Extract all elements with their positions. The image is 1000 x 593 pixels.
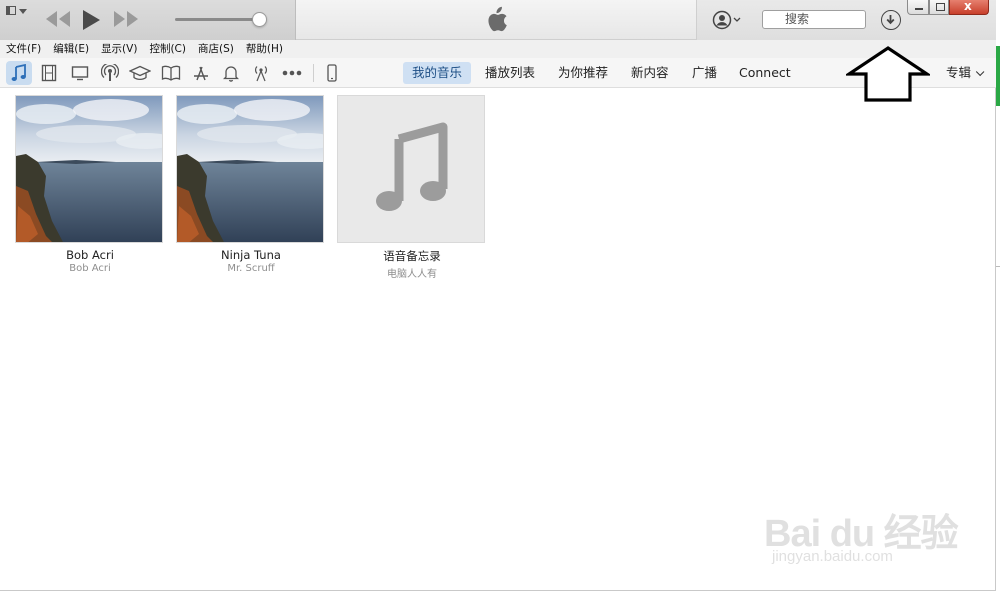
tones-icon[interactable] <box>218 61 244 85</box>
rewind-icon[interactable] <box>45 8 71 30</box>
apps-icon[interactable] <box>188 61 214 85</box>
volume-knob[interactable] <box>252 12 267 27</box>
itunes-u-icon[interactable] <box>127 61 153 85</box>
album-cover[interactable] <box>337 95 485 243</box>
sort-label: 专辑 <box>946 65 972 80</box>
watermark-sub: jingyan.baidu.com <box>772 548 893 565</box>
maximize-button[interactable] <box>929 0 949 15</box>
sidebar-toggle-icon[interactable] <box>6 4 28 18</box>
device-icon[interactable] <box>319 61 345 85</box>
background-window-divider <box>996 266 1000 267</box>
album-title[interactable]: Bob Acri <box>15 248 165 262</box>
tv-icon[interactable] <box>67 61 93 85</box>
album-cover[interactable] <box>15 95 163 243</box>
close-icon: x <box>964 0 972 13</box>
music-note-icon <box>376 122 448 211</box>
album-tile[interactable]: 语音备忘录 电脑人人有 <box>337 95 487 280</box>
music-icon[interactable] <box>6 61 32 85</box>
menu-edit[interactable]: 编辑(E) <box>47 40 95 58</box>
album-artist[interactable]: 电脑人人有 <box>337 265 487 280</box>
close-button[interactable]: x <box>949 0 989 15</box>
annotation-arrow-icon <box>846 46 930 102</box>
menu-view[interactable]: 显示(V) <box>95 40 143 58</box>
books-icon[interactable] <box>158 61 184 85</box>
tab-playlists[interactable]: 播放列表 <box>476 62 544 84</box>
chevron-down-icon <box>975 67 985 77</box>
menu-store[interactable]: 商店(S) <box>192 40 240 58</box>
album-title[interactable]: Ninja Tuna <box>176 248 326 262</box>
playback-controls <box>0 0 296 40</box>
background-window-edge <box>996 46 1000 106</box>
sort-dropdown[interactable]: 专辑 <box>946 62 985 84</box>
fast-forward-icon[interactable] <box>113 8 139 30</box>
movies-icon[interactable] <box>36 61 62 85</box>
menu-file[interactable]: 文件(F) <box>0 40 47 58</box>
play-icon[interactable] <box>80 8 102 32</box>
volume-slider[interactable] <box>175 18 259 21</box>
player-bar: 搜索 x <box>0 0 996 40</box>
tab-connect[interactable]: Connect <box>730 62 800 84</box>
album-artist[interactable]: Mr. Scruff <box>176 263 326 274</box>
download-icon[interactable] <box>881 10 901 30</box>
account-icon[interactable] <box>712 10 742 30</box>
tab-for-you[interactable]: 为你推荐 <box>549 62 617 84</box>
baidu-watermark: Bai du 经验 jingyan.baidu.com <box>760 484 990 574</box>
album-title[interactable]: 语音备忘录 <box>337 248 487 264</box>
apple-icon <box>488 6 507 32</box>
search-input[interactable]: 搜索 <box>762 10 866 29</box>
itunes-window: 搜索 x 文件(F) 编辑(E) 显示(V) 控制(C) 商店(S) 帮助(H) <box>0 0 996 591</box>
tab-radio[interactable]: 广播 <box>683 62 726 84</box>
podcasts-icon[interactable] <box>97 61 123 85</box>
album-tile[interactable]: Ninja Tuna Mr. Scruff <box>176 95 326 274</box>
minimize-button[interactable] <box>907 0 929 15</box>
menu-controls[interactable]: 控制(C) <box>143 40 192 58</box>
tab-my-music[interactable]: 我的音乐 <box>403 62 472 84</box>
menu-help[interactable]: 帮助(H) <box>240 40 289 58</box>
radio-icon[interactable] <box>248 61 274 85</box>
tab-new[interactable]: 新内容 <box>622 62 678 84</box>
more-icon[interactable] <box>279 61 305 85</box>
album-tile[interactable]: Bob Acri Bob Acri <box>15 95 165 274</box>
album-cover[interactable] <box>176 95 324 243</box>
toolbar-separator <box>313 64 314 82</box>
album-artist[interactable]: Bob Acri <box>15 263 165 274</box>
